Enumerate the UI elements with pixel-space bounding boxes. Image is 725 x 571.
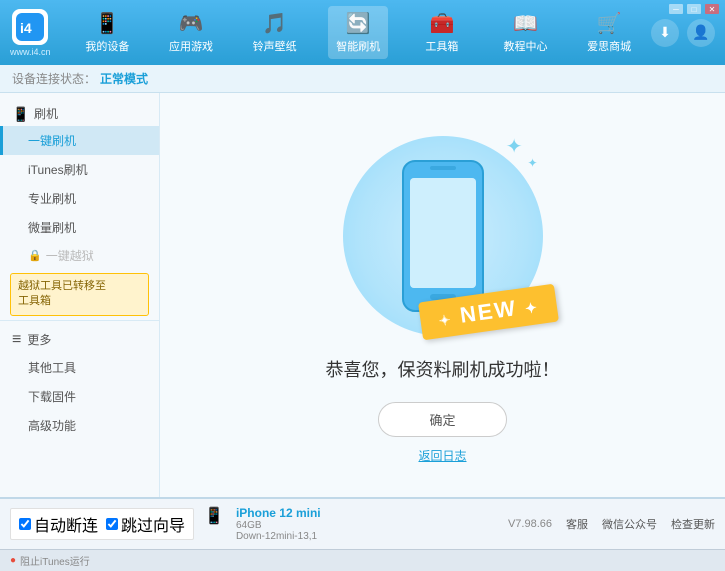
phone-svg: [398, 156, 488, 316]
jailbreak-label: 一键越狱: [46, 247, 94, 264]
check-update-link[interactable]: 检查更新: [671, 516, 715, 532]
download-button[interactable]: ⬇: [651, 19, 679, 47]
nav-tutorial[interactable]: 📖 教程中心: [496, 6, 556, 59]
more-section-label: 更多: [27, 331, 51, 348]
flash-section-label: 刷机: [34, 105, 58, 122]
my-device-icon: 📱: [95, 11, 120, 36]
micro-flash-label: 微量刷机: [28, 221, 76, 235]
minimize-button[interactable]: ─: [669, 4, 683, 14]
sparkle-right: ✦: [527, 156, 537, 170]
success-text: 恭喜您，保资料刷机成功啦！: [326, 356, 560, 382]
main-layout: 📱 刷机 一键刷机 iTunes刷机 专业刷机 微量刷机 🔒 一键越狱 越狱工具…: [0, 93, 725, 497]
device-info: iPhone 12 mini 64GB Down-12mini-13,1: [236, 506, 321, 542]
skip-wizard-label: 跳过向导: [121, 512, 185, 536]
status-label: 设备连接状态：: [12, 70, 96, 87]
nav-wallpaper[interactable]: 🎵 铃声壁纸: [245, 6, 305, 59]
status-value: 正常模式: [100, 70, 148, 87]
lock-icon: 🔒: [28, 249, 42, 262]
tutorial-label: 教程中心: [504, 38, 548, 54]
tools-label: 工具箱: [425, 38, 458, 54]
device-icon: 📱: [204, 506, 224, 526]
itunes-status: ● 阻止iTunes运行: [10, 553, 90, 568]
smart-store-icon: 🔄: [346, 11, 371, 36]
sidebar-item-other-tools[interactable]: 其他工具: [0, 353, 159, 382]
download-fw-label: 下载固件: [28, 390, 76, 404]
app-logo: i4 www.i4.cn: [10, 9, 51, 57]
itunes-status-icon: ●: [10, 555, 16, 566]
nav-apps-games[interactable]: 🎮 应用游戏: [161, 6, 221, 59]
sidebar-section-more: ≡ 更多: [0, 325, 159, 353]
main-nav: 📱 我的设备 🎮 应用游戏 🎵 铃声壁纸 🔄 智能刷机 🧰 工具箱 📖: [66, 6, 651, 59]
itunes-status-text: 阻止iTunes运行: [20, 553, 90, 568]
more-section-icon: ≡: [12, 331, 21, 349]
sidebar: 📱 刷机 一键刷机 iTunes刷机 专业刷机 微量刷机 🔒 一键越狱 越狱工具…: [0, 93, 160, 497]
auto-close-label: 自动断连: [34, 512, 98, 536]
ai-store-icon: 🛒: [597, 11, 622, 36]
smart-store-label: 智能刷机: [336, 38, 380, 54]
nav-my-device[interactable]: 📱 我的设备: [77, 6, 137, 59]
sidebar-item-onekey-flash[interactable]: 一键刷机: [0, 126, 159, 155]
nav-smart-store[interactable]: 🔄 智能刷机: [328, 6, 388, 59]
itunes-bar: ● 阻止iTunes运行: [0, 549, 725, 571]
skip-wizard-input[interactable]: [106, 518, 118, 530]
my-device-label: 我的设备: [85, 38, 129, 54]
flash-section-icon: 📱: [12, 106, 28, 122]
new-badge-text: NEW: [459, 295, 519, 328]
other-tools-label: 其他工具: [28, 361, 76, 375]
header: i4 www.i4.cn 📱 我的设备 🎮 应用游戏 🎵 铃声壁纸 🔄 智能刷机: [0, 0, 725, 65]
device-name: iPhone 12 mini: [236, 506, 321, 520]
logo-icon: i4: [12, 9, 48, 45]
wallpaper-icon: 🎵: [262, 11, 287, 36]
device-ios: Down-12mini-13,1: [236, 531, 321, 542]
svg-text:i4: i4: [20, 20, 32, 36]
new-badge-sparkle-left: ✦: [438, 311, 454, 329]
logo-subtitle: www.i4.cn: [10, 47, 51, 57]
itunes-flash-label: iTunes刷机: [28, 163, 88, 177]
restore-button[interactable]: □: [687, 4, 701, 14]
device-storage: 64GB: [236, 520, 321, 531]
advanced-label: 高级功能: [28, 419, 76, 433]
nav-tools[interactable]: 🧰 工具箱: [412, 6, 472, 59]
auto-close-checkbox[interactable]: 自动断连: [19, 512, 98, 536]
sidebar-item-jailbreak: 🔒 一键越狱: [0, 242, 159, 269]
sidebar-divider: [0, 320, 159, 321]
apps-games-icon: 🎮: [179, 11, 204, 36]
sparkle-top: ✦: [506, 134, 523, 159]
onekey-flash-label: 一键刷机: [28, 134, 76, 148]
status-bar: 设备连接状态： 正常模式: [0, 65, 725, 93]
user-button[interactable]: 👤: [687, 19, 715, 47]
phone-illustration: ✦ ✦ ✦ NEW ✦: [343, 126, 543, 346]
header-right: ⬇ 👤: [651, 19, 715, 47]
sidebar-item-download-fw[interactable]: 下载固件: [0, 382, 159, 411]
ai-store-label: 爱思商城: [587, 38, 631, 54]
content-area: ✦ ✦ ✦ NEW ✦: [160, 93, 725, 497]
back-log-link[interactable]: 返回日志: [418, 447, 466, 464]
confirm-button[interactable]: 确定: [378, 402, 506, 437]
sidebar-item-pro-flash[interactable]: 专业刷机: [0, 184, 159, 213]
close-button[interactable]: ✕: [705, 4, 719, 14]
wallpaper-label: 铃声壁纸: [253, 38, 297, 54]
tools-icon: 🧰: [429, 11, 454, 36]
apps-games-label: 应用游戏: [169, 38, 213, 54]
service-link[interactable]: 客服: [566, 516, 588, 532]
sidebar-item-advanced[interactable]: 高级功能: [0, 411, 159, 440]
jailbreak-notice: 越狱工具已转移至工具箱: [10, 273, 149, 316]
auto-close-input[interactable]: [19, 518, 31, 530]
pro-flash-label: 专业刷机: [28, 192, 76, 206]
version-text: V7.98.66: [508, 518, 552, 530]
nav-ai-store[interactable]: 🛒 爱思商城: [579, 6, 639, 59]
new-badge-sparkle-right: ✦: [525, 299, 541, 317]
device-info-row: 📱 iPhone 12 mini 64GB Down-12mini-13,1: [204, 506, 321, 542]
sidebar-section-flash: 📱 刷机: [0, 99, 159, 126]
wechat-link[interactable]: 微信公众号: [602, 516, 657, 532]
sidebar-item-micro-flash[interactable]: 微量刷机: [0, 213, 159, 242]
sidebar-item-itunes-flash[interactable]: iTunes刷机: [0, 155, 159, 184]
tutorial-icon: 📖: [513, 11, 538, 36]
skip-wizard-checkbox[interactable]: 跳过向导: [106, 512, 185, 536]
jailbreak-notice-text: 越狱工具已转移至工具箱: [18, 280, 106, 307]
